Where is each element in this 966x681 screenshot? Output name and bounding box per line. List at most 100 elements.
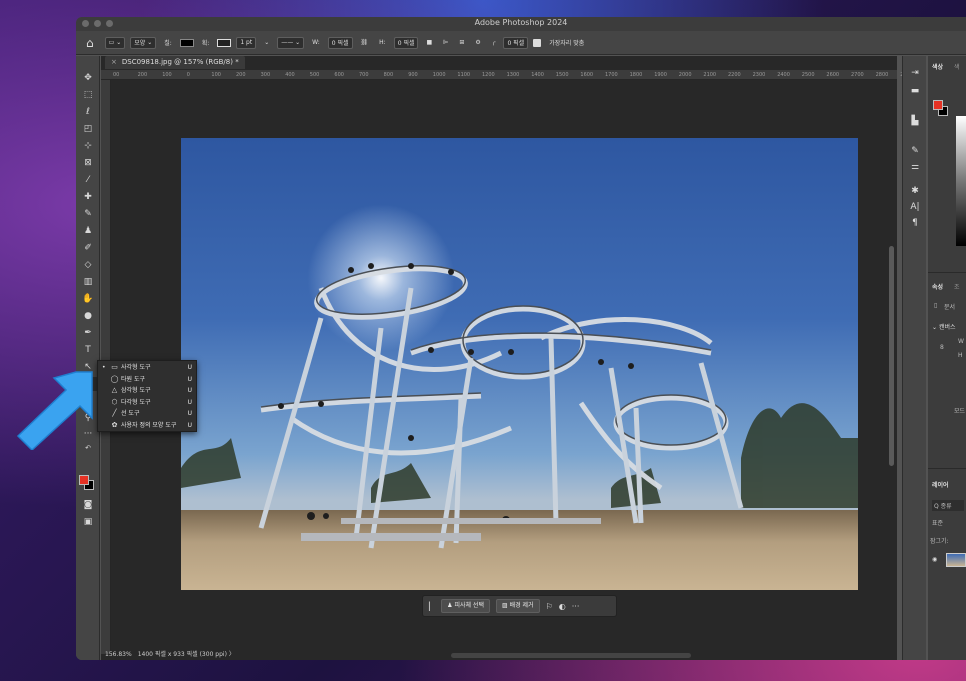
width-field[interactable]: 0 픽셀	[327, 36, 353, 49]
vertical-scrollbar[interactable]	[889, 246, 894, 466]
foreground-color-swatch[interactable]	[79, 475, 89, 485]
lasso-tool-icon[interactable]: ℓ	[78, 105, 98, 119]
ruler-tick: 200	[137, 72, 148, 78]
flyout-item-label: 선 도구	[121, 410, 140, 417]
height-field[interactable]: 0 픽셀	[393, 36, 419, 49]
stroke-type-select[interactable]: —— ⌄	[277, 36, 305, 49]
eraser-tool-icon[interactable]: ◇	[78, 258, 98, 272]
path-alignment-icon[interactable]: ⊫	[440, 37, 451, 49]
corner-radius-field[interactable]: 0 픽셀	[503, 36, 529, 49]
canvas-h-label: H	[958, 352, 963, 359]
ruler-tick: 2700	[851, 72, 864, 78]
histogram-panel-icon[interactable]: ▙	[907, 116, 923, 126]
ruler-tick: 1500	[555, 72, 569, 78]
ruler-tick: 2100	[703, 72, 717, 78]
flyout-item-ellipse[interactable]: ◯ 타원 도구 U	[98, 374, 196, 386]
selected-indicator: •	[102, 364, 106, 371]
right-panels: 색상 색 속성 조 ▯ 문서 ⌄ 캔버스 W 8 H 모드 레이어 Q 종류 표…	[928, 56, 966, 660]
contextual-task-bar: ▏ ♟ 피사체 선택 ▨ 배경 제거 ⚐ ◐ ···	[422, 595, 617, 617]
type-tool-icon[interactable]: T	[78, 343, 98, 357]
color-panel-tab[interactable]: 색상	[932, 62, 943, 71]
layer-thumbnail[interactable]	[946, 553, 966, 567]
stroke-width-field[interactable]: 1 pt	[236, 36, 257, 49]
marquee-tool-icon[interactable]: ⬚	[78, 88, 98, 102]
eyedropper-tool-icon[interactable]: ⁄	[78, 173, 98, 187]
canvas-photo[interactable]	[181, 138, 858, 590]
character-panel-icon[interactable]: A|	[907, 202, 923, 212]
drag-handle-icon[interactable]: ▏	[429, 602, 435, 611]
path-arrangement-icon[interactable]: ⊞	[456, 37, 467, 49]
status-chevron[interactable]: 〉	[229, 651, 235, 658]
document-tab[interactable]: × DSC09818.jpg @ 157% (RGB/8) *	[105, 56, 245, 69]
crop-tool-icon[interactable]: ⊹	[78, 139, 98, 153]
rollercoaster-walkway-image	[181, 263, 858, 549]
healing-brush-tool-icon[interactable]: ✚	[78, 190, 98, 204]
flag-icon[interactable]: ⚐	[546, 602, 553, 611]
adjustments-icon[interactable]: ⚌	[907, 162, 923, 172]
color-picker-field[interactable]	[956, 116, 966, 246]
pen-tool-icon[interactable]: ✒	[78, 326, 98, 340]
select-subject-button[interactable]: ♟ 피사체 선택	[441, 599, 490, 613]
stroke-width-dropdown[interactable]: ⌄	[261, 37, 272, 49]
object-selection-tool-icon[interactable]: ◰	[78, 122, 98, 136]
ruler-tick: 2800	[875, 72, 889, 78]
shape-mode-select[interactable]: 모양 ⌄	[130, 36, 157, 49]
adjustments-panel-tab[interactable]: 조	[954, 282, 960, 291]
flyout-item-polygon[interactable]: ⬡ 다각형 도구 U	[98, 397, 196, 409]
clone-stamp-tool-icon[interactable]: ♟	[78, 224, 98, 238]
fill-swatch[interactable]	[179, 38, 194, 47]
tool-preset-picker[interactable]: ▭ ⌄	[104, 36, 126, 49]
align-edges-checkbox[interactable]	[533, 38, 542, 47]
adjustment-circle-icon[interactable]: ◐	[559, 602, 566, 611]
path-operations-icon[interactable]: ■	[423, 37, 435, 49]
frame-tool-icon[interactable]: ⊠	[78, 156, 98, 170]
fill-label: 칠:	[164, 40, 172, 47]
swatches-panel-tab[interactable]: 색	[954, 62, 960, 71]
shortcut-key: U	[187, 398, 192, 406]
more-options-button[interactable]: ···	[572, 602, 580, 611]
gradient-tool-icon[interactable]: ▥	[78, 275, 98, 289]
panel-foreground-swatch[interactable]	[933, 100, 943, 110]
flyout-item-custom-shape[interactable]: ✿ 사용자 정의 모양 도구 U	[98, 420, 196, 432]
glyphs-panel-icon[interactable]: ✱	[907, 186, 923, 196]
paragraph-panel-icon[interactable]: ¶	[907, 218, 923, 228]
ellipse-icon: ◯	[110, 374, 119, 383]
ruler-tick: 1400	[531, 72, 544, 78]
blur-tool-icon[interactable]: ✋	[78, 292, 98, 306]
canvas-section-header[interactable]: ⌄ 캔버스	[932, 322, 956, 331]
gear-icon[interactable]: ⚙	[472, 37, 483, 49]
layer-filter-search[interactable]: Q 종류	[932, 500, 964, 511]
blend-mode-select[interactable]: 표준	[932, 518, 943, 527]
move-tool-icon[interactable]: ✥	[78, 71, 98, 85]
flyout-item-triangle[interactable]: △ 삼각형 도구 U	[98, 385, 196, 397]
shortcut-key: U	[187, 375, 192, 383]
ruler-tick: 1300	[506, 72, 520, 78]
brush-settings-icon[interactable]: ✎	[907, 146, 923, 156]
home-icon[interactable]: ⌂	[86, 36, 94, 50]
ruler-tick: 2200	[728, 72, 741, 78]
history-brush-tool-icon[interactable]: ✐	[78, 241, 98, 255]
remove-background-button[interactable]: ▨ 배경 제거	[495, 599, 540, 613]
quick-mask-icon[interactable]: ◙	[78, 498, 98, 512]
ruler-tick: 100	[162, 72, 172, 78]
ruler-tick: 1100	[457, 72, 471, 78]
flyout-item-rectangle[interactable]: • ▭ 사각형 도구 U	[98, 362, 196, 374]
layers-panel-tab[interactable]: 레이어	[932, 480, 949, 489]
layer-visibility-eye-icon[interactable]: ◉	[932, 556, 937, 563]
flyout-item-line[interactable]: ╱ 선 도구 U	[98, 408, 196, 420]
brush-tool-icon[interactable]: ✎	[78, 207, 98, 221]
history-panel-icon[interactable]: ⇥	[907, 68, 923, 78]
horizontal-scrollbar[interactable]	[451, 653, 691, 658]
screen-mode-icon[interactable]: ▣	[78, 515, 98, 529]
dodge-tool-icon[interactable]: ●	[78, 309, 98, 323]
stroke-swatch[interactable]	[217, 38, 232, 47]
properties-panel-tab[interactable]: 속성	[932, 282, 943, 291]
zoom-level[interactable]: 156.83%	[105, 651, 132, 658]
link-icon[interactable]: ⛓	[358, 37, 372, 49]
link-dimensions-icon[interactable]: 8	[940, 344, 944, 351]
flyout-item-label: 삼각형 도구	[121, 387, 151, 394]
ruler-tick: 2500	[801, 72, 815, 78]
comments-panel-icon[interactable]: ▬	[907, 86, 923, 96]
window-title: Adobe Photoshop 2024	[474, 18, 568, 27]
close-tab-icon[interactable]: ×	[111, 58, 117, 66]
